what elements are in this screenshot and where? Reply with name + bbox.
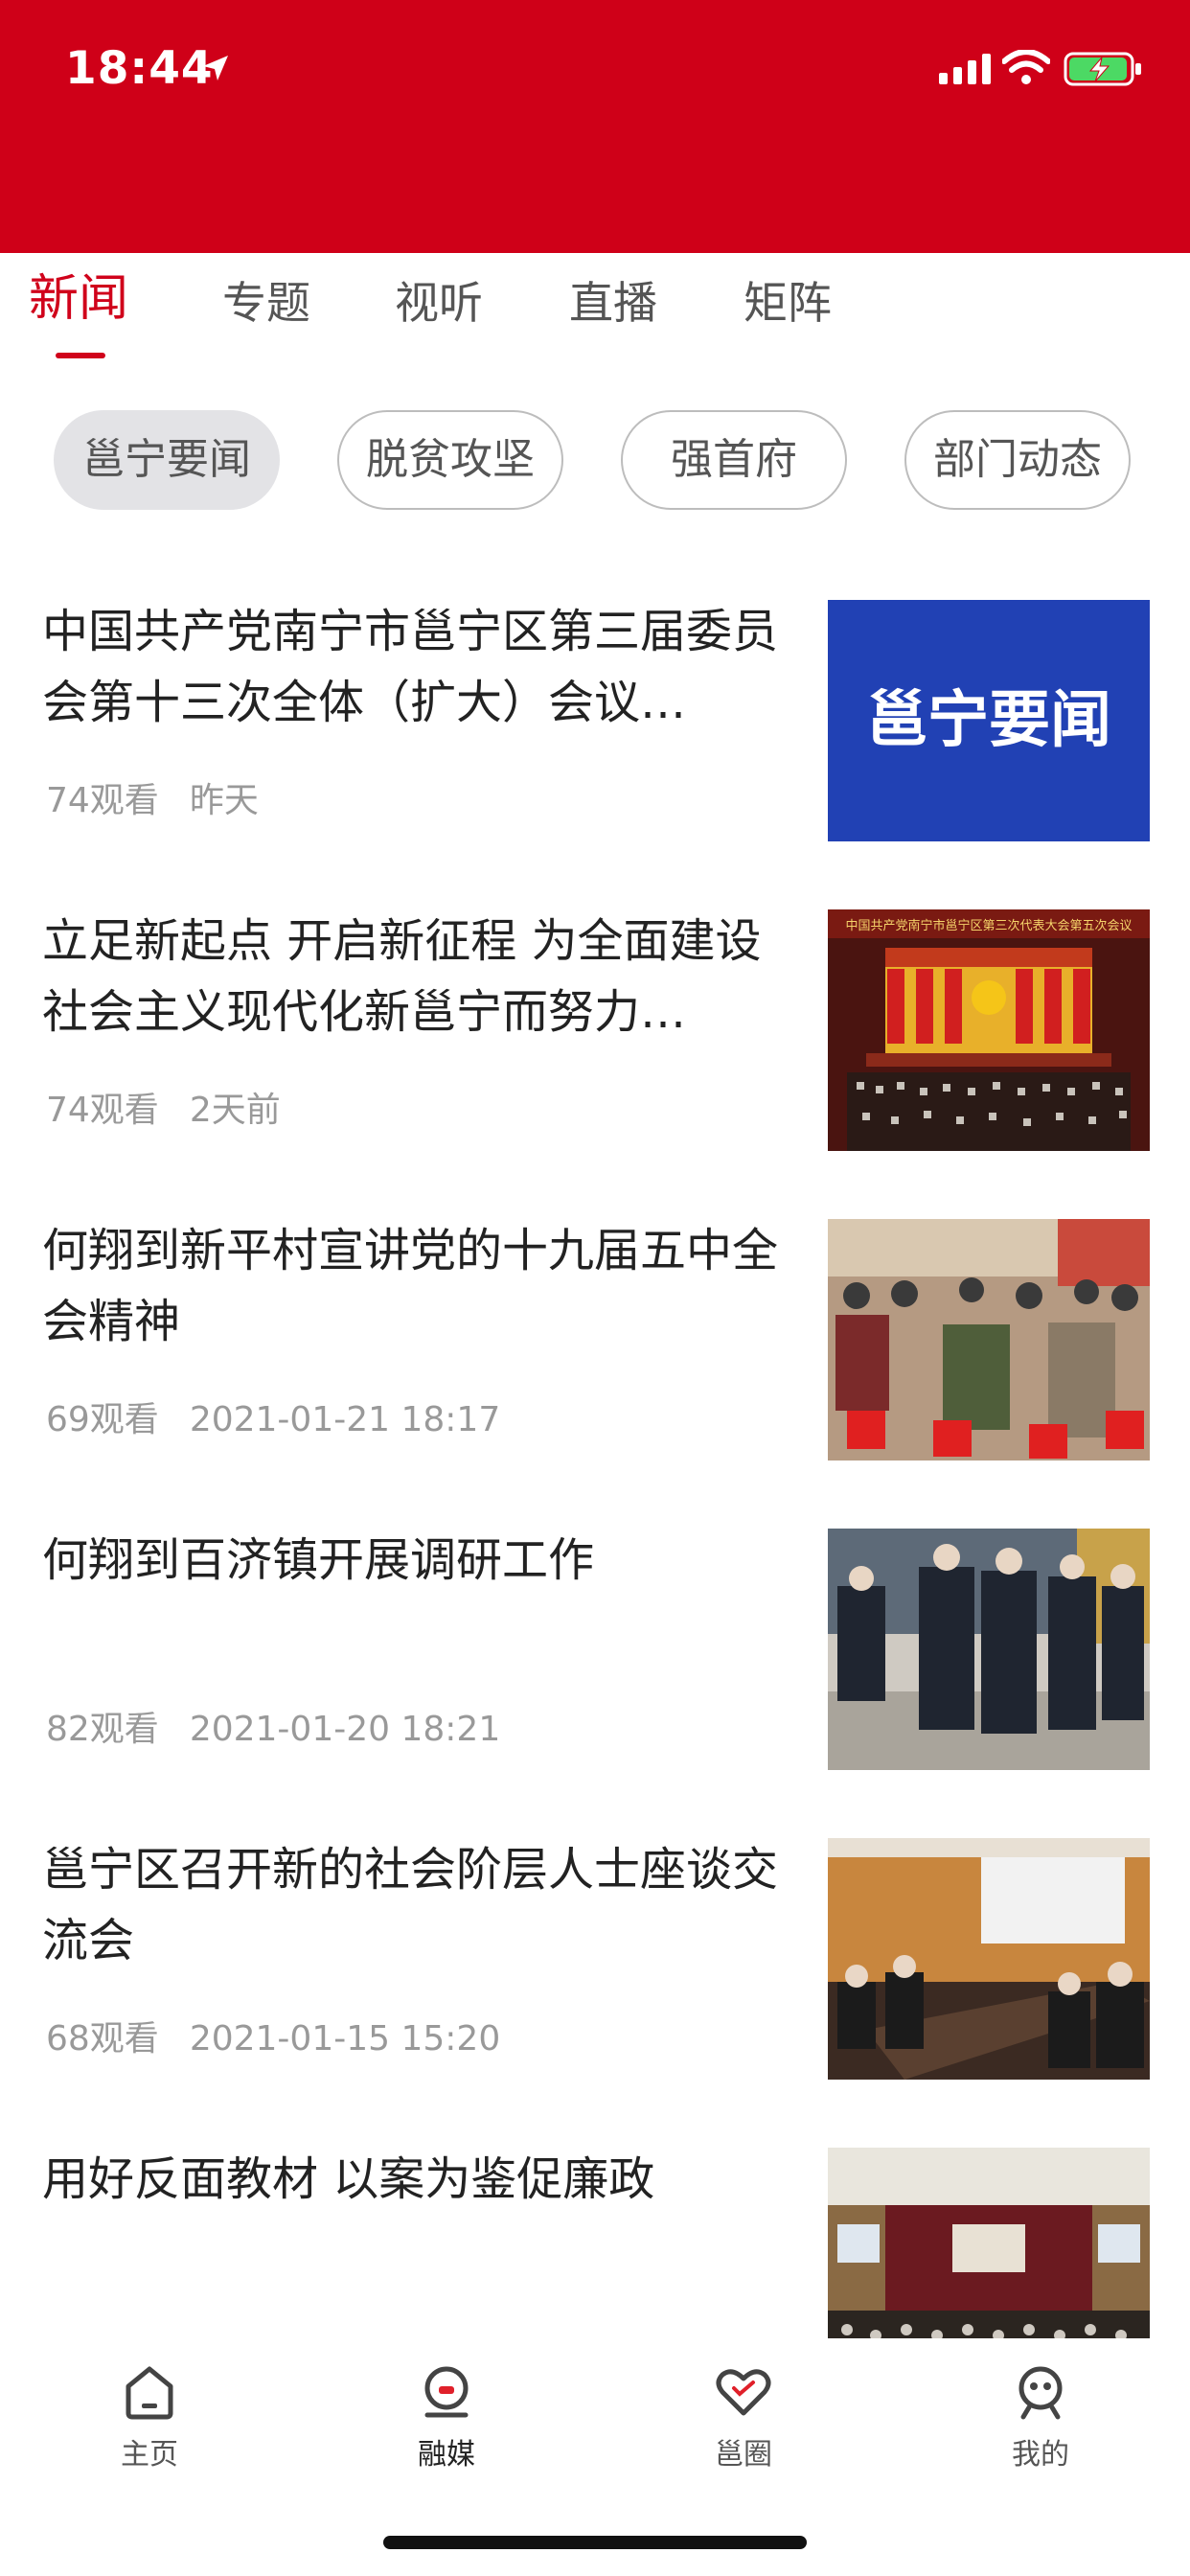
nav-home[interactable]: 主页 <box>54 2361 245 2472</box>
battery-charging-icon <box>1064 52 1141 86</box>
category-tabs: 新闻 专题 视听 直播 矩阵 <box>0 253 1190 368</box>
news-list: 中国共产党南宁市邕宁区第三届委员会第十三次全体（扩大）会议… 74观看 昨天 邕宁… <box>0 585 1190 2338</box>
news-thumbnail: 中国共产党南宁市邕宁区第三次代表大会第五次会议 <box>828 909 1150 1151</box>
chip-poverty-alleviation[interactable]: 脱贫攻坚 <box>337 410 563 510</box>
nav-media[interactable]: 融媒 <box>351 2361 542 2472</box>
profile-icon <box>1018 2366 1063 2420</box>
news-meta: 74观看 昨天 <box>46 772 259 822</box>
home-indicator <box>383 2536 807 2549</box>
tab-live[interactable]: 直播 <box>569 276 657 330</box>
news-thumbnail <box>828 2148 1150 2338</box>
tab-matrix[interactable]: 矩阵 <box>744 276 832 330</box>
news-title: 何翔到百济镇开展调研工作 <box>42 1533 595 1587</box>
heart-icon <box>716 2369 771 2416</box>
news-title: 用好反面教材 以案为鉴促廉政 <box>42 2152 655 2206</box>
publish-time: 昨天 <box>189 781 259 820</box>
publish-time: 2021-01-21 18:17 <box>189 1400 501 1439</box>
news-title: 邕宁区召开新的社会阶层人士座谈交流会 <box>42 1843 779 1967</box>
news-item[interactable]: 邕宁区召开新的社会阶层人士座谈交流会 68观看 2021-01-15 15:20 <box>0 1823 1190 2132</box>
view-count: 69观看 <box>46 1400 159 1439</box>
news-item[interactable]: 中国共产党南宁市邕宁区第三届委员会第十三次全体（扩大）会议… 74观看 昨天 邕宁… <box>0 585 1190 894</box>
nav-label: 融媒 <box>418 2438 475 2472</box>
publish-time: 2021-01-15 15:20 <box>189 2019 501 2058</box>
tab-topics[interactable]: 专题 <box>222 276 310 330</box>
nav-profile[interactable]: 我的 <box>945 2361 1136 2472</box>
nav-label: 主页 <box>121 2438 178 2472</box>
news-meta: 74观看 2天前 <box>46 1082 281 1132</box>
banner-text: 中国共产党南宁市邕宁区第三次代表大会第五次会议 <box>845 918 1132 933</box>
tab-audio-visual[interactable]: 视听 <box>395 276 483 330</box>
news-item[interactable]: 何翔到百济镇开展调研工作 82观看 2021-01-20 18:21 <box>0 1513 1190 1823</box>
news-thumbnail <box>828 1529 1150 1770</box>
news-thumbnail <box>828 1219 1150 1460</box>
news-meta: 68观看 2021-01-15 15:20 <box>46 2011 500 2060</box>
status-time: 18:44 <box>65 42 214 95</box>
view-count: 74观看 <box>46 781 159 820</box>
tab-news[interactable]: 新闻 <box>29 272 128 326</box>
chip-yongning-news[interactable]: 邕宁要闻 <box>54 410 280 510</box>
nav-label: 邕圈 <box>715 2438 772 2472</box>
news-thumbnail <box>828 1838 1150 2080</box>
chip-strong-capital[interactable]: 强首府 <box>621 410 847 510</box>
view-count: 74观看 <box>46 1091 159 1130</box>
news-item[interactable]: 用好反面教材 以案为鉴促廉政 <box>0 2132 1190 2338</box>
news-meta: 82观看 2021-01-20 18:21 <box>46 1701 500 1751</box>
media-icon <box>424 2366 469 2418</box>
news-meta: 69观看 2021-01-21 18:17 <box>46 1392 500 1441</box>
nav-label: 我的 <box>1012 2438 1069 2472</box>
view-count: 82观看 <box>46 1710 159 1749</box>
news-thumbnail: 邕宁要闻 <box>828 600 1150 841</box>
publish-time: 2天前 <box>189 1091 281 1130</box>
view-count: 68观看 <box>46 2019 159 2058</box>
wifi-icon <box>1002 50 1050 84</box>
home-icon <box>126 2366 173 2420</box>
nav-circle[interactable]: 邕圈 <box>648 2361 839 2472</box>
chip-department-news[interactable]: 部门动态 <box>904 410 1131 510</box>
publish-time: 2021-01-20 18:21 <box>189 1710 501 1749</box>
news-item[interactable]: 何翔到新平村宣讲党的十九届五中全会精神 69观看 2021-01-21 18:17 <box>0 1204 1190 1513</box>
thumbnail-caption: 邕宁要闻 <box>866 685 1111 756</box>
news-title: 何翔到新平村宣讲党的十九届五中全会精神 <box>42 1224 779 1348</box>
status-bar: 18:44 <box>0 0 1190 253</box>
news-item[interactable]: 立足新起点 开启新征程 为全面建设社会主义现代化新邕宁而努力… 74观看 2天前 … <box>0 894 1190 1204</box>
news-title: 中国共产党南宁市邕宁区第三届委员会第十三次全体（扩大）会议… <box>42 605 779 729</box>
location-arrow-icon <box>203 56 228 80</box>
active-tab-indicator <box>56 353 105 358</box>
cellular-signal-icon <box>939 54 991 84</box>
news-title: 立足新起点 开启新征程 为全面建设社会主义现代化新邕宁而努力… <box>42 914 762 1039</box>
